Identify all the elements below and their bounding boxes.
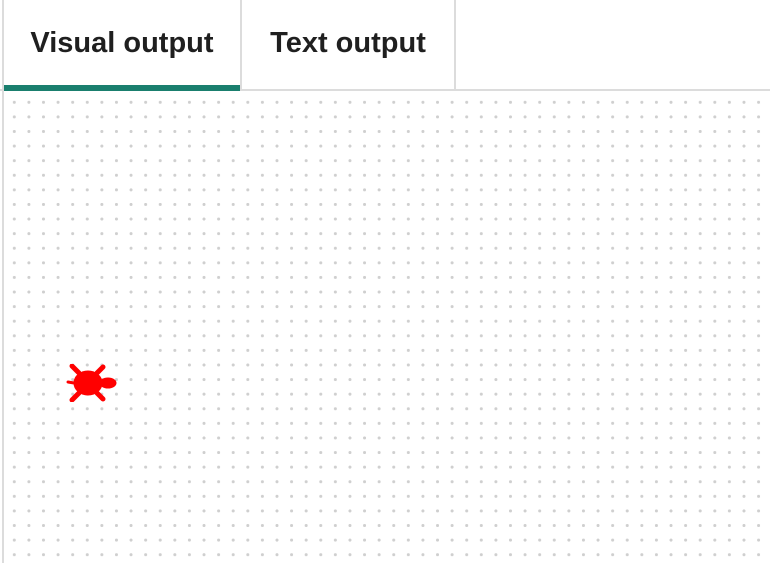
output-panel: Visual output Text output bbox=[0, 0, 770, 563]
tab-text-output[interactable]: Text output bbox=[242, 0, 456, 89]
tab-visual-output-label: Visual output bbox=[30, 27, 214, 59]
tab-visual-output[interactable]: Visual output bbox=[2, 0, 242, 91]
output-tab-bar: Visual output Text output bbox=[0, 0, 770, 91]
turtle-canvas[interactable] bbox=[2, 91, 770, 563]
tab-text-output-label: Text output bbox=[270, 27, 426, 59]
turtle-icon bbox=[66, 364, 117, 402]
